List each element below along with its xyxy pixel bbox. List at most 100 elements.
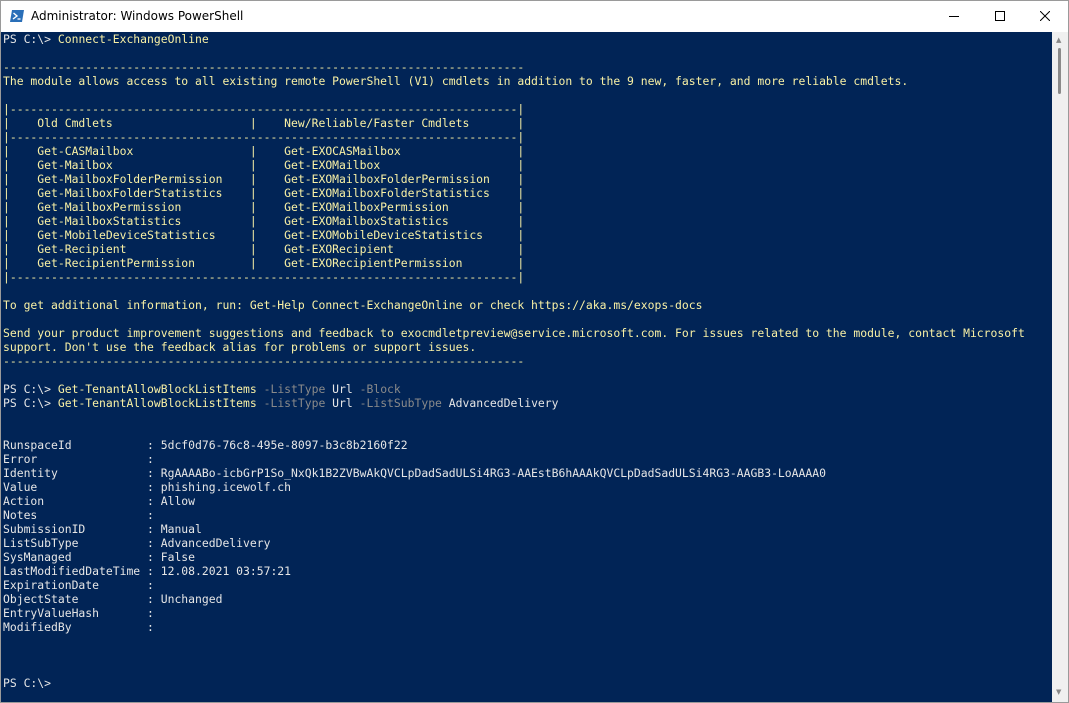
console-line: EntryValueHash : (3, 606, 1025, 620)
console-line: LastModifiedDateTime : 12.08.2021 03:57:… (3, 564, 1025, 578)
console-text: To get additional information, run: Get-… (3, 298, 703, 312)
console-text: LastModifiedDateTime : 12.08.2021 03:57:… (3, 564, 292, 578)
console-text: | Get-CASMailbox | Get-EXOCASMailbox | (3, 144, 525, 158)
console-line: | Get-Mailbox | Get-EXOMailbox | (3, 158, 1025, 172)
console-text: -ListSubType (352, 396, 442, 410)
close-button[interactable] (1022, 1, 1068, 32)
console-line: |---------------------------------------… (3, 102, 1025, 116)
console-line: Identity : RgAAAABo-icbGrP1So_NxQk1B2ZVB… (3, 466, 1025, 480)
scrollbar-thumb[interactable] (1058, 48, 1061, 94)
console-line: Value : phishing.icewolf.ch (3, 480, 1025, 494)
console-line: PS C:\> Get-TenantAllowBlockListItems -L… (3, 382, 1025, 396)
console-text: | Get-Recipient | Get-EXORecipient | (3, 242, 525, 256)
console-line: RunspaceId : 5dcf0d76-76c8-495e-8097-b3c… (3, 438, 1025, 452)
console-lines: PS C:\> Connect-ExchangeOnline ----------… (3, 32, 1025, 690)
console-text: -Block (352, 382, 401, 396)
console-output[interactable]: PS C:\> Connect-ExchangeOnline ----------… (1, 32, 1052, 702)
console-text: | Get-MailboxPermission | Get-EXOMailbox… (3, 200, 525, 214)
console-text: Action : Allow (3, 494, 196, 508)
console-text: Identity : RgAAAABo-icbGrP1So_NxQk1B2ZVB… (3, 466, 826, 480)
console-line: support. Don't use the feedback alias fo… (3, 340, 1025, 354)
console-text: |---------------------------------------… (3, 270, 525, 284)
console-text: Error : (3, 452, 154, 466)
console-text: |---------------------------------------… (3, 102, 525, 116)
console-line: |---------------------------------------… (3, 270, 1025, 284)
maximize-icon (995, 11, 1005, 21)
powershell-window: Administrator: Windows PowerShell PS C:\… (0, 0, 1069, 703)
console-text: AdvancedDelivery (441, 396, 559, 410)
console-text: Get-TenantAllowBlockListItems (57, 382, 257, 396)
console-text: PS C:\> (3, 396, 58, 410)
console-text: Get-TenantAllowBlockListItems (57, 396, 257, 410)
console-line: | Get-CASMailbox | Get-EXOCASMailbox | (3, 144, 1025, 158)
console-text: Value : phishing.icewolf.ch (3, 480, 292, 494)
console-text: ModifiedBy : (3, 620, 154, 634)
console-line: | Get-Recipient | Get-EXORecipient | (3, 242, 1025, 256)
vertical-scrollbar[interactable]: ▲ ▼ (1052, 32, 1068, 702)
console-text: The module allows access to all existing… (3, 74, 909, 88)
console-line: ObjectState : Unchanged (3, 592, 1025, 606)
console-text: -ListType (256, 382, 326, 396)
minimize-icon (949, 16, 959, 17)
console-text: SysManaged : False (3, 550, 196, 564)
console-text: Notes : (3, 508, 154, 522)
console-line: ExpirationDate : (3, 578, 1025, 592)
console-text: |---------------------------------------… (3, 130, 525, 144)
console-line: | Get-MailboxFolderPermission | Get-EXOM… (3, 172, 1025, 186)
console-line: | Get-MobileDeviceStatistics | Get-EXOMo… (3, 228, 1025, 242)
maximize-button[interactable] (977, 1, 1023, 32)
console-text: | Get-MailboxFolderPermission | Get-EXOM… (3, 172, 525, 186)
console-text: Connect-ExchangeOnline (57, 32, 209, 46)
console-text: RunspaceId : 5dcf0d76-76c8-495e-8097-b3c… (3, 438, 408, 452)
console-text: ----------------------------------------… (3, 354, 525, 368)
console-line: ListSubType : AdvancedDelivery (3, 536, 1025, 550)
console-line: ModifiedBy : (3, 620, 1025, 634)
console-line: ----------------------------------------… (3, 60, 1025, 74)
console-line: Error : (3, 452, 1025, 466)
console-line: | Get-MailboxStatistics | Get-EXOMailbox… (3, 214, 1025, 228)
console-text: Url (325, 396, 353, 410)
console-text: ExpirationDate : (3, 578, 154, 592)
console-text: Url (325, 382, 353, 396)
console-line: | Get-MailboxFolderStatistics | Get-EXOM… (3, 186, 1025, 200)
console-text: PS C:\> (3, 676, 52, 690)
minimize-button[interactable] (931, 1, 977, 32)
console-line: SysManaged : False (3, 550, 1025, 564)
scroll-up-icon[interactable]: ▲ (1056, 36, 1061, 44)
console-line: | Get-MailboxPermission | Get-EXOMailbox… (3, 200, 1025, 214)
console-text: | Get-MailboxStatistics | Get-EXOMailbox… (3, 214, 525, 228)
scroll-down-icon[interactable]: ▼ (1056, 688, 1061, 696)
console-text: | Get-MobileDeviceStatistics | Get-EXOMo… (3, 228, 525, 242)
console-line: |---------------------------------------… (3, 130, 1025, 144)
console-text: | Get-RecipientPermission | Get-EXORecip… (3, 256, 525, 270)
console-text: | Get-Mailbox | Get-EXOMailbox | (3, 158, 525, 172)
console-text: -ListType (256, 396, 326, 410)
console-line: To get additional information, run: Get-… (3, 298, 1025, 312)
window-title: Administrator: Windows PowerShell (31, 9, 244, 23)
console-text: EntryValueHash : (3, 606, 154, 620)
console-text: PS C:\> (3, 32, 58, 46)
close-icon (1040, 11, 1050, 21)
console-text: Send your product improvement suggestion… (3, 326, 1025, 340)
console-line: ----------------------------------------… (3, 354, 1025, 368)
console-line: PS C:\> (3, 676, 1025, 690)
console-text: | Get-MailboxFolderStatistics | Get-EXOM… (3, 186, 525, 200)
console-line: Action : Allow (3, 494, 1025, 508)
console-line: The module allows access to all existing… (3, 74, 1025, 88)
console-text: SubmissionID : Manual (3, 522, 202, 536)
console-line: Send your product improvement suggestion… (3, 326, 1025, 340)
console-text: support. Don't use the feedback alias fo… (3, 340, 477, 354)
console-line: | Old Cmdlets | New/Reliable/Faster Cmdl… (3, 116, 1025, 130)
title-bar[interactable]: Administrator: Windows PowerShell (1, 1, 1068, 32)
console-line: PS C:\> Get-TenantAllowBlockListItems -L… (3, 396, 1025, 410)
